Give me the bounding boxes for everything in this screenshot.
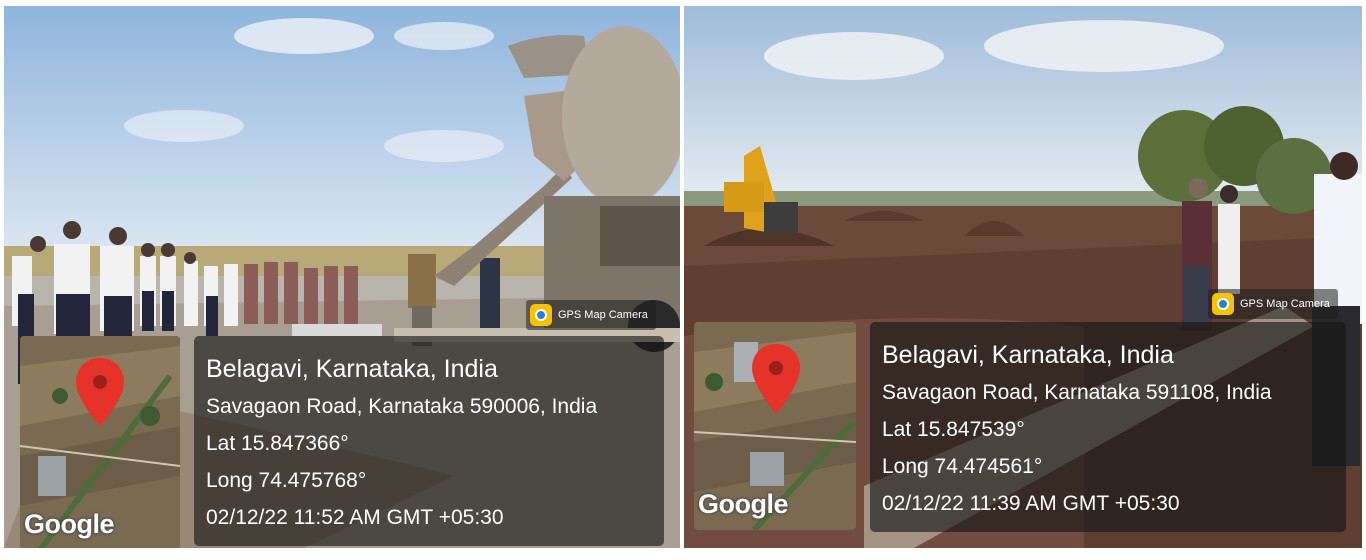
gps-map-camera-badge: GPS Map Camera <box>1208 289 1338 319</box>
gps-map-camera-badge: GPS Map Camera <box>526 300 656 330</box>
longitude-text: Long 74.475768° <box>206 469 367 492</box>
google-logo: Google <box>24 509 115 539</box>
photo-concrete-mixer: GPS Map Camera Google Belagavi, Karnatak… <box>4 6 680 548</box>
satellite-map-thumbnail: Google <box>694 322 856 530</box>
satellite-map-thumbnail: Google <box>20 336 180 548</box>
datetime-text: 02/12/22 11:52 AM GMT +05:30 <box>206 506 504 529</box>
gps-map-camera-logo-icon <box>1212 293 1234 315</box>
latitude-text: Lat 15.847366° <box>206 432 349 455</box>
location-info-card: Belagavi, Karnataka, India Savagaon Road… <box>870 322 1346 532</box>
address-text: Savagaon Road, Karnataka 590006, India <box>206 395 598 418</box>
gps-map-camera-logo-icon <box>530 304 552 326</box>
gps-badge-label: GPS Map Camera <box>1240 298 1330 310</box>
datetime-text: 02/12/22 11:39 AM GMT +05:30 <box>882 492 1180 515</box>
location-title: Belagavi, Karnataka, India <box>882 341 1174 369</box>
longitude-text: Long 74.474561° <box>882 455 1043 478</box>
google-logo: Google <box>698 489 789 519</box>
address-text: Savagaon Road, Karnataka 591108, India <box>882 381 1272 404</box>
photo-excavation-site: GPS Map Camera Google Belagavi, Karnatak… <box>684 6 1362 548</box>
latitude-text: Lat 15.847539° <box>882 418 1025 441</box>
gps-badge-label: GPS Map Camera <box>558 309 648 321</box>
location-info-card: Belagavi, Karnataka, India Savagaon Road… <box>194 336 664 546</box>
location-title: Belagavi, Karnataka, India <box>206 355 498 383</box>
